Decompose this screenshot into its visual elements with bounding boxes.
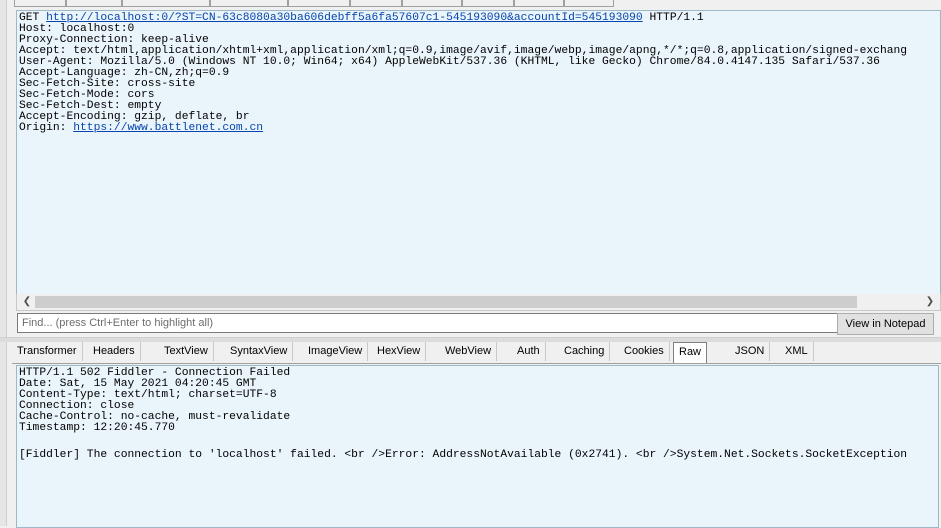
- request-tabs-strip: [0, 0, 941, 8]
- request-tab[interactable]: [462, 0, 514, 7]
- tab-cookies[interactable]: Cookies: [619, 342, 670, 361]
- scroll-right-icon[interactable]: ❯: [922, 294, 938, 310]
- tab-headers[interactable]: Headers: [88, 342, 141, 361]
- tab-hexview[interactable]: HexView: [372, 342, 427, 361]
- scrollbar-thumb[interactable]: [35, 296, 857, 308]
- tab-imageview[interactable]: ImageView: [303, 342, 369, 361]
- find-input[interactable]: Find... (press Ctrl+Enter to highlight a…: [17, 313, 841, 333]
- request-tab[interactable]: [122, 0, 210, 7]
- request-tab[interactable]: [402, 0, 462, 7]
- response-line: [Fiddler] The connection to 'localhost' …: [19, 449, 908, 461]
- request-line: GET http://localhost:0/?ST=CN-63c8080a30…: [19, 12, 704, 24]
- tab-webview[interactable]: WebView: [440, 342, 498, 361]
- tab-raw[interactable]: Raw: [673, 342, 708, 363]
- response-tabs: Transformer Headers TextView SyntaxView Imag…: [12, 341, 941, 364]
- tab-transformer[interactable]: Transformer: [12, 342, 83, 361]
- tab-json[interactable]: JSON: [730, 342, 771, 361]
- horizontal-scrollbar[interactable]: ❮ ❯: [16, 294, 941, 311]
- request-tab[interactable]: [564, 0, 614, 7]
- request-line: Sec-Fetch-Site: cross-site: [19, 78, 196, 90]
- tab-caching[interactable]: Caching: [559, 342, 611, 361]
- tab-syntaxview[interactable]: SyntaxView: [225, 342, 294, 361]
- tab-xml[interactable]: XML: [780, 342, 814, 361]
- response-raw-view[interactable]: HTTP/1.1 502 Fiddler - Connection Failed…: [16, 365, 939, 528]
- request-tab[interactable]: [514, 0, 564, 7]
- scroll-left-icon[interactable]: ❮: [19, 294, 35, 310]
- response-line: Timestamp: 12:20:45.770: [19, 422, 175, 434]
- response-line: Content-Type: text/html; charset=UTF-8: [19, 389, 277, 401]
- tab-textview[interactable]: TextView: [159, 342, 214, 361]
- tab-auth[interactable]: Auth: [512, 342, 546, 361]
- request-line: Origin: https://www.battlenet.com.cn: [19, 122, 264, 134]
- left-panel-edge: [0, 0, 7, 526]
- request-tab[interactable]: [210, 0, 288, 7]
- request-tab[interactable]: [288, 0, 350, 7]
- request-tab[interactable]: [350, 0, 402, 7]
- request-link[interactable]: http://localhost:0/?ST=CN-63c8080a30ba60…: [46, 12, 643, 24]
- response-line: [19, 434, 938, 450]
- request-tab[interactable]: [14, 0, 66, 7]
- request-tab[interactable]: [66, 0, 122, 7]
- request-raw-text: GET http://localhost:0/?ST=CN-63c8080a30…: [17, 11, 940, 134]
- request-raw-view[interactable]: GET http://localhost:0/?ST=CN-63c8080a30…: [16, 10, 941, 296]
- request-link[interactable]: https://www.battlenet.com.cn: [73, 122, 263, 134]
- response-raw-text: HTTP/1.1 502 Fiddler - Connection Failed…: [17, 366, 938, 461]
- view-in-notepad-button[interactable]: View in Notepad: [837, 313, 934, 335]
